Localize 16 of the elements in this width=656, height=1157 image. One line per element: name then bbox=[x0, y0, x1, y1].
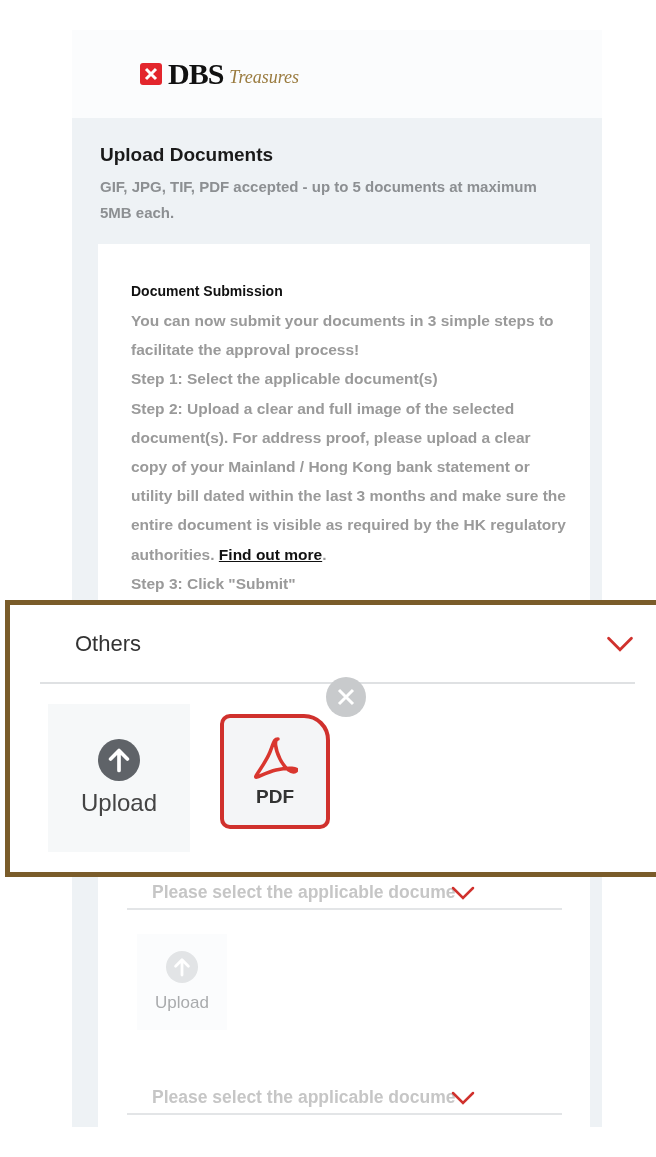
acrobat-icon bbox=[252, 735, 298, 780]
chevron-down-icon bbox=[605, 635, 635, 652]
upload-button[interactable]: Upload bbox=[48, 704, 190, 853]
card-heading: Document Submission bbox=[131, 282, 284, 301]
logo-mark-icon bbox=[140, 63, 162, 85]
section-title: Upload Documents bbox=[100, 143, 275, 167]
instruction-text: Step 2: Upload a clear and full image of the selected document(s). For address proof, please upload a clear copy of your Mainland / Hong Kong bank statement or utility bill dated within the last 3 months and make sure the entire document is visible as required by the HK regulatory authorities. Find out more. bbox=[131, 398, 566, 565]
find-out-more-link[interactable]: Find out more bbox=[218, 545, 323, 563]
instruction-text: Step 3: Click "Submit" bbox=[131, 573, 297, 594]
section-subtitle: GIF, JPG, TIF, PDF accepted - up to 5 documents at maximum 5MB each. bbox=[100, 177, 538, 223]
pdf-file-tile[interactable]: PDF bbox=[220, 714, 330, 830]
brand-tagline: Treasures bbox=[229, 66, 300, 88]
brand-name: DBS bbox=[168, 57, 224, 91]
remove-icon[interactable] bbox=[326, 677, 366, 718]
instruction-text: You can now submit your documents in 3 simple steps to facilitate the approval process! bbox=[131, 311, 555, 361]
instruction-text: Step 1: Select the applicable document(s) bbox=[131, 369, 439, 390]
